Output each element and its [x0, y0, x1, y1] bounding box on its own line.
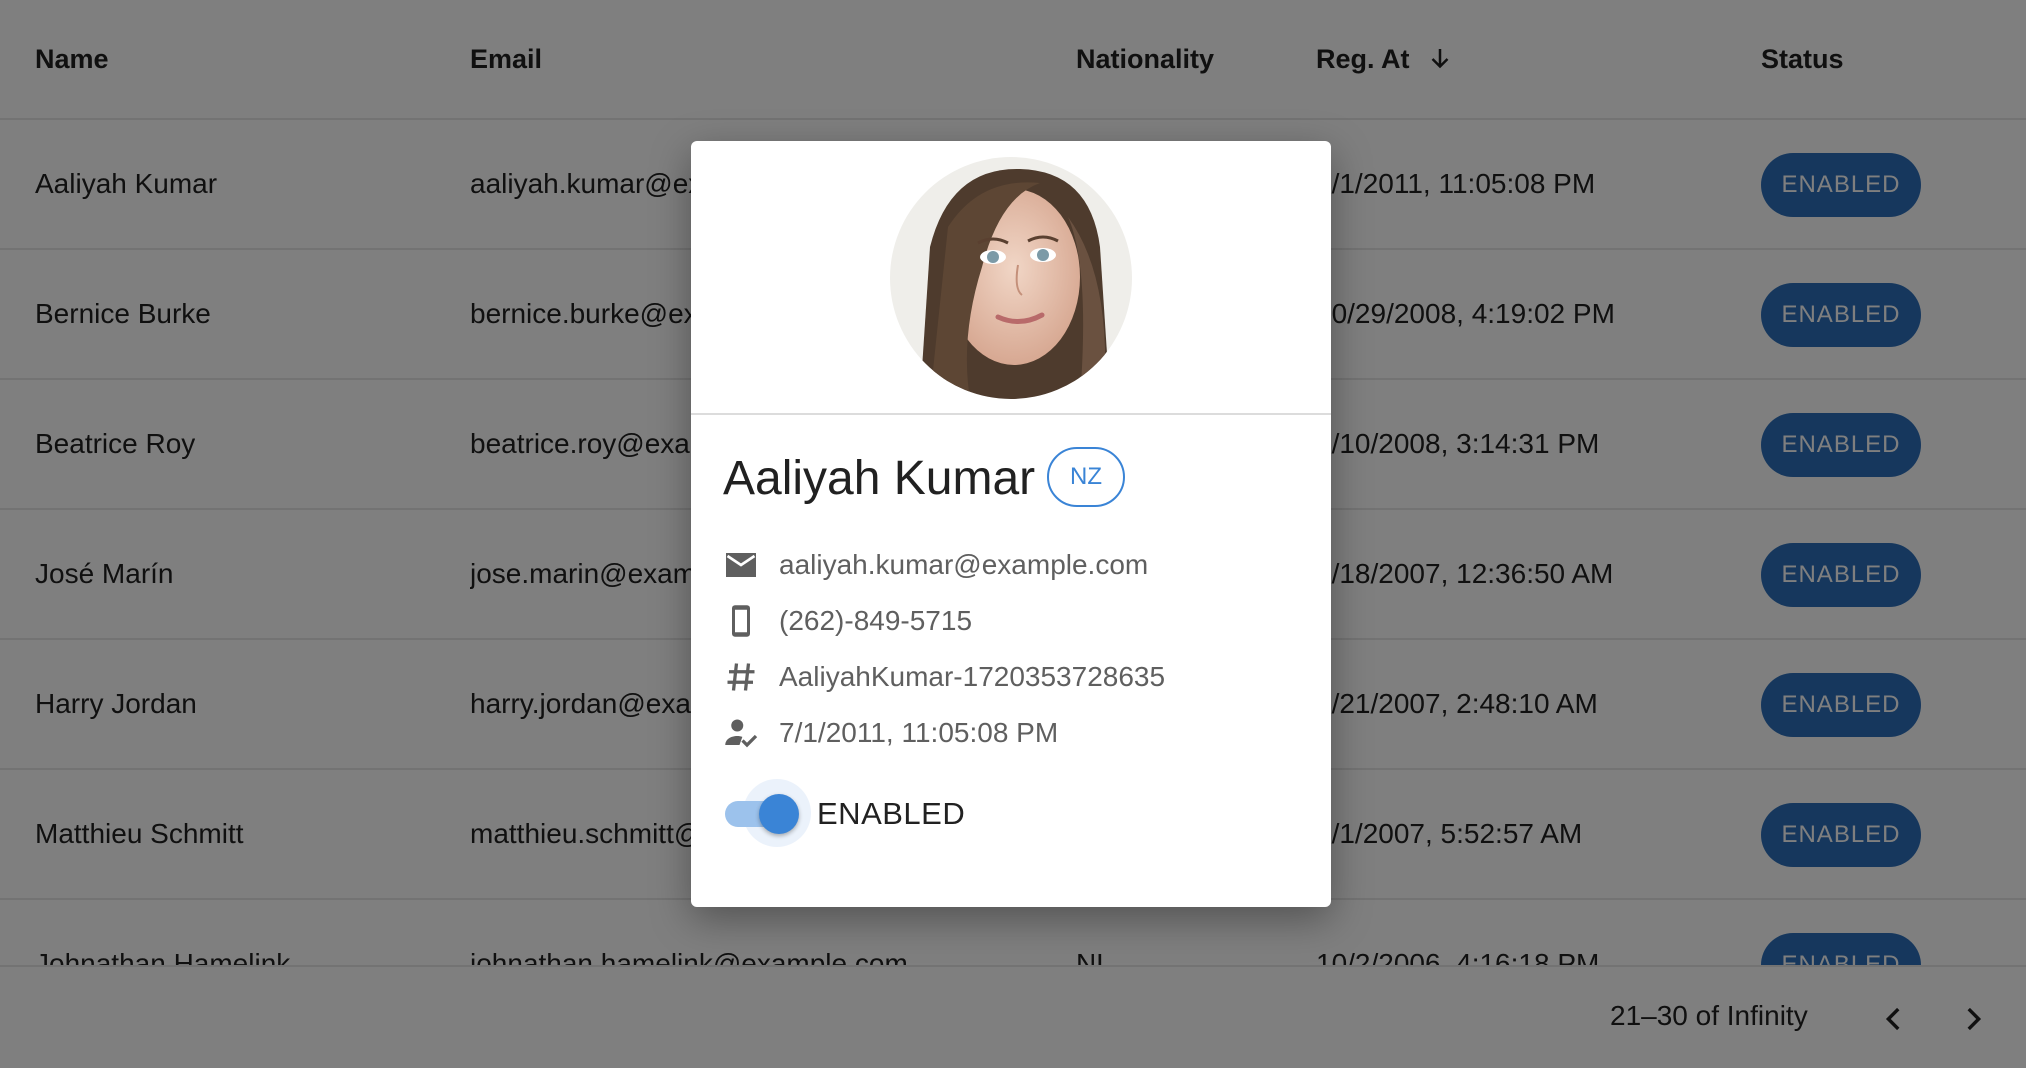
- smartphone-icon: [732, 605, 750, 637]
- person-check-icon: [725, 719, 758, 748]
- mail-icon: [726, 553, 756, 577]
- dialog-email: aaliyah.kumar@example.com: [779, 549, 1149, 580]
- user-detail-dialog: Aaliyah Kumar NZ aaliyah.kumar@example.c…: [691, 141, 1331, 907]
- dialog-phone: (262)-849-5715: [779, 605, 973, 636]
- avatar-header: [691, 141, 1331, 415]
- nationality-badge: NZ: [1047, 447, 1125, 507]
- dialog-registered: 7/1/2011, 11:05:08 PM: [779, 717, 1059, 748]
- toggle-thumb[interactable]: [759, 794, 799, 834]
- avatar: [890, 157, 1132, 399]
- hash-icon: [727, 663, 755, 691]
- dialog-user-name: Aaliyah Kumar: [723, 452, 1036, 505]
- dialog-id: AaliyahKumar-1720353728635: [779, 661, 1166, 692]
- status-toggle[interactable]: [715, 779, 811, 847]
- status-toggle-label: ENABLED: [817, 796, 966, 831]
